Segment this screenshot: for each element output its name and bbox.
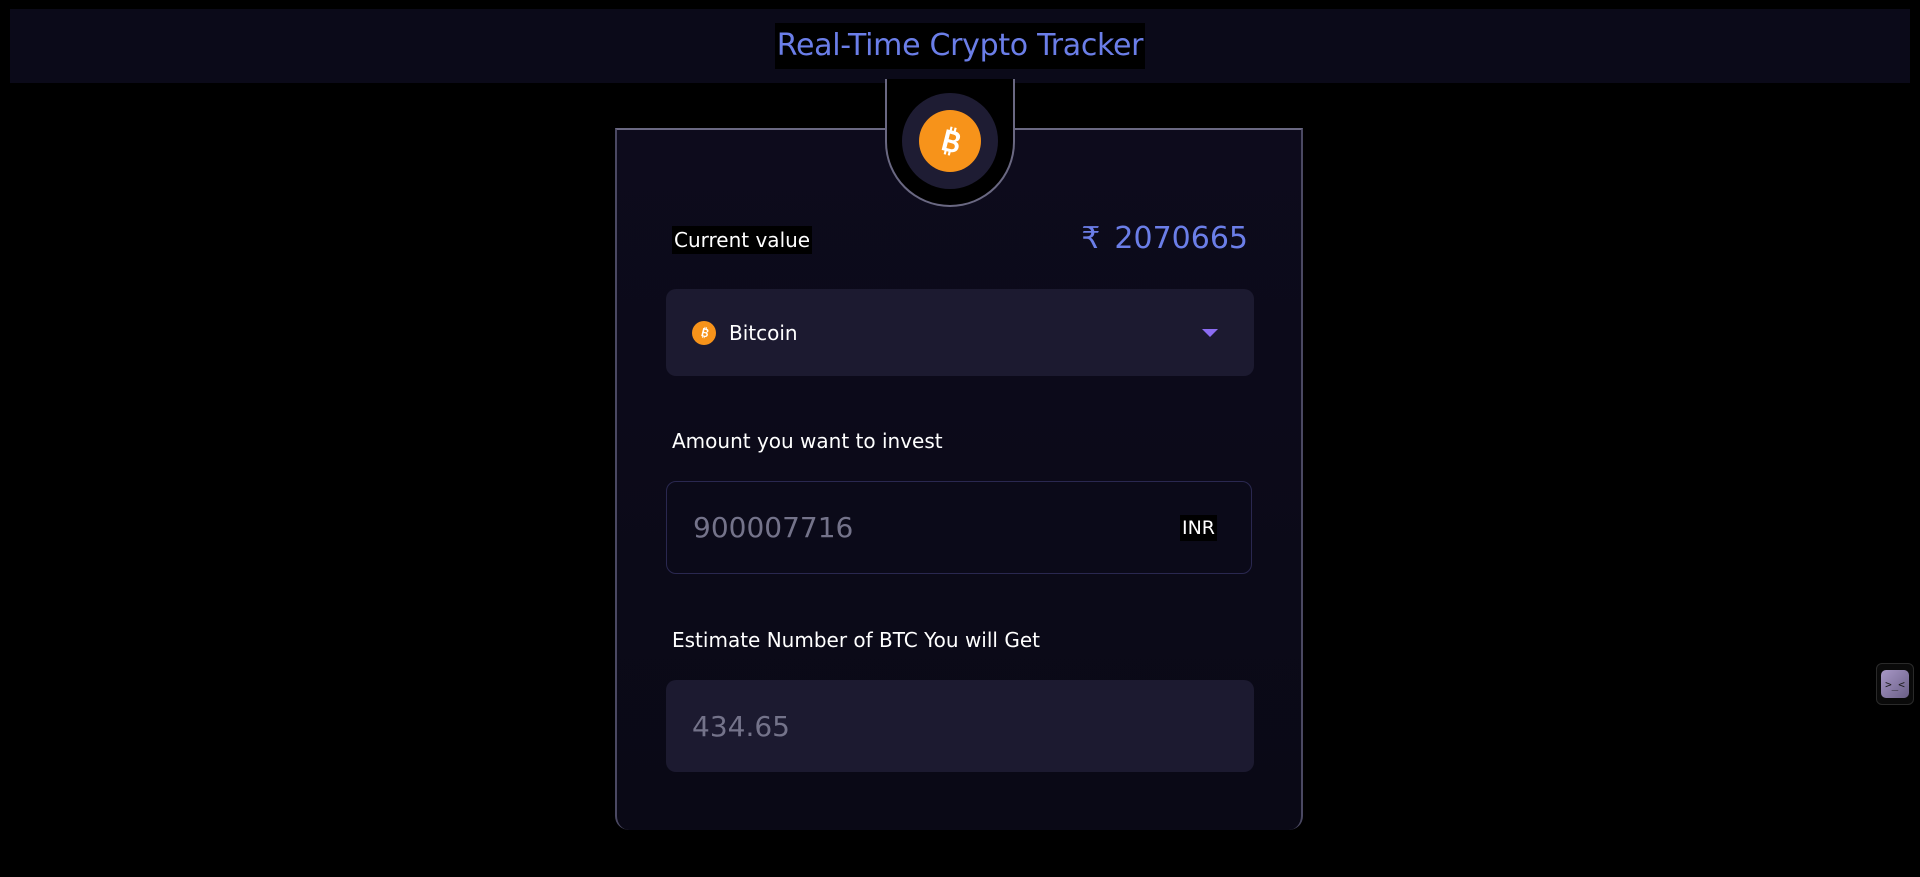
- app-header: Real-Time Crypto Tracker: [10, 9, 1910, 83]
- assistant-widget-button[interactable]: >_<: [1876, 663, 1914, 705]
- assistant-face-icon: >_<: [1881, 670, 1909, 698]
- estimate-output: 434.65: [666, 680, 1254, 772]
- invest-amount-label: Amount you want to invest: [672, 429, 943, 453]
- chevron-down-icon[interactable]: [1202, 328, 1218, 337]
- invest-amount-field[interactable]: 900007716 INR: [666, 481, 1252, 574]
- coin-select-value: Bitcoin: [729, 320, 798, 345]
- bitcoin-icon: [919, 110, 981, 172]
- coin-badge: [902, 93, 998, 189]
- estimate-label: Estimate Number of BTC You will Get: [672, 628, 1040, 652]
- invest-amount-input[interactable]: 900007716: [693, 511, 1180, 544]
- current-value-price: ₹ 2070665: [1081, 219, 1248, 259]
- bitcoin-icon: [692, 320, 716, 345]
- coin-select-dropdown[interactable]: Bitcoin: [666, 289, 1254, 376]
- current-value-label: Current value: [672, 226, 813, 254]
- currency-label: INR: [1179, 514, 1217, 541]
- currency-symbol: ₹: [1081, 221, 1101, 256]
- page-title: Real-Time Crypto Tracker: [774, 23, 1146, 69]
- current-value-amount: 2070665: [1114, 221, 1248, 256]
